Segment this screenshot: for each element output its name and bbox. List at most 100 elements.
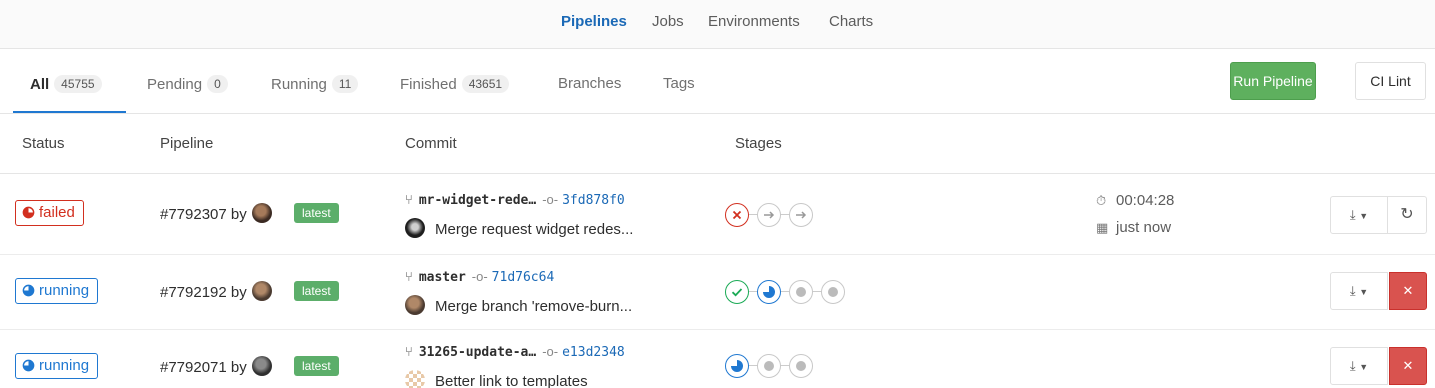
commit-author-avatar[interactable] — [405, 218, 425, 238]
tab-finished[interactable]: Finished 43651 — [400, 75, 510, 93]
header-commit: Commit — [405, 135, 457, 152]
tab-pending-count: 0 — [207, 75, 228, 93]
chevron-down-icon: ▼ — [1359, 287, 1369, 297]
commit-sha-link[interactable]: 3fd878f0 — [562, 193, 625, 208]
artifacts-download-dropdown[interactable]: ⤓ ▼ — [1330, 272, 1388, 310]
commit-title-link[interactable]: Merge request widget redes... — [435, 221, 633, 238]
table-header: Status Pipeline Commit Stages — [0, 114, 1435, 174]
stage-running-icon[interactable] — [757, 280, 781, 304]
status-running-icon — [22, 359, 35, 372]
tab-running-label: Running — [271, 76, 327, 93]
status-badge-running[interactable]: running — [15, 353, 99, 379]
chevron-down-icon: ▼ — [1359, 362, 1369, 372]
pipeline-id-text: #7792071 by — [160, 359, 247, 376]
tab-branches[interactable]: Branches — [558, 75, 621, 92]
nav-charts[interactable]: Charts — [829, 13, 873, 30]
finished-text: just now — [1116, 219, 1172, 236]
tab-all-label: All — [30, 76, 50, 93]
tab-all-count: 45755 — [54, 75, 102, 93]
status-label: running — [39, 357, 90, 374]
status-badge-running[interactable]: running — [15, 278, 99, 304]
branch-icon: ⑂ — [405, 269, 413, 284]
cancel-button[interactable]: ✕ — [1389, 347, 1427, 385]
pipeline-duration: ⏱ 00:04:28 — [1096, 192, 1174, 209]
timer-icon: ⏱ — [1096, 193, 1107, 208]
active-tab-indicator — [13, 111, 126, 113]
commit-message: Better link to templates — [405, 370, 588, 388]
retry-button[interactable]: ↻ — [1387, 196, 1427, 234]
stage-failed-icon[interactable] — [725, 203, 749, 227]
commit-author-avatar[interactable] — [405, 295, 425, 315]
header-pipeline: Pipeline — [160, 135, 214, 152]
status-badge-failed[interactable]: failed — [15, 200, 84, 226]
stage-skipped-icon[interactable] — [789, 203, 813, 227]
latest-badge: latest — [294, 356, 339, 376]
status-running-icon — [22, 284, 35, 297]
avatar[interactable] — [251, 281, 272, 301]
pipeline-id[interactable]: #7792071 by — [160, 356, 272, 376]
tab-all[interactable]: All 45755 — [30, 75, 102, 93]
latest-badge: latest — [294, 203, 339, 223]
stage-running-icon[interactable] — [725, 354, 749, 378]
pipeline-scope-tabs: All 45755 Pending 0 Running 11 Finished 4365… — [0, 50, 1435, 114]
pipeline-id-text: #7792307 by — [160, 206, 247, 223]
close-icon: ✕ — [1402, 283, 1414, 298]
nav-pipelines[interactable]: Pipelines — [561, 13, 627, 30]
commit-author-avatar[interactable] — [405, 370, 425, 388]
table-row: running #7792192 by latest ⑂ master -o- 71d… — [0, 255, 1435, 330]
stage-created-icon[interactable] — [757, 354, 781, 378]
nav-jobs[interactable]: Jobs — [652, 13, 684, 30]
download-icon: ⤓ — [1349, 358, 1356, 373]
status-failed-icon — [22, 206, 35, 219]
commit-title-link[interactable]: Merge branch 'remove-burn... — [435, 298, 632, 315]
status-label: failed — [39, 204, 75, 221]
commit-message: Merge branch 'remove-burn... — [405, 295, 632, 315]
branch-link[interactable]: master — [419, 270, 466, 285]
duration-text: 00:04:28 — [1116, 192, 1175, 209]
pipeline-id[interactable]: #7792192 by — [160, 281, 272, 301]
branch-link[interactable]: mr-widget-rede… — [419, 193, 536, 208]
download-icon: ⤓ — [1349, 207, 1356, 222]
avatar[interactable] — [251, 356, 272, 376]
ci-lint-button[interactable]: CI Lint — [1355, 62, 1426, 100]
nav-environments[interactable]: Environments — [708, 13, 800, 30]
run-pipeline-button[interactable]: Run Pipeline — [1230, 62, 1316, 100]
chevron-down-icon: ▼ — [1359, 211, 1369, 221]
commit-ref: ⑂ mr-widget-rede… -o- 3fd878f0 — [405, 191, 625, 208]
branch-link[interactable]: 31265-update-a… — [419, 345, 536, 360]
commit-message: Merge request widget redes... — [405, 218, 633, 238]
download-icon: ⤓ — [1349, 283, 1356, 298]
tab-tags[interactable]: Tags — [663, 75, 695, 92]
commit-title-link[interactable]: Better link to templates — [435, 373, 588, 388]
artifacts-download-dropdown[interactable]: ⤓ ▼ — [1330, 347, 1388, 385]
table-row: running #7792071 by latest ⑂ 31265-update… — [0, 330, 1435, 388]
pipeline-id[interactable]: #7792307 by — [160, 203, 272, 223]
close-icon: ✕ — [1402, 358, 1414, 373]
table-row: failed #7792307 by latest ⑂ mr-widget-red… — [0, 175, 1435, 255]
tab-running-count: 11 — [331, 75, 359, 93]
stage-success-icon[interactable] — [725, 280, 749, 304]
calendar-icon: ▦ — [1096, 220, 1109, 235]
branch-icon: ⑂ — [405, 344, 413, 359]
stage-created-icon[interactable] — [821, 280, 845, 304]
commit-sha-link[interactable]: 71d76c64 — [492, 270, 555, 285]
tab-running[interactable]: Running 11 — [271, 75, 359, 93]
tab-finished-count: 43651 — [461, 75, 510, 93]
sub-navigation: Pipelines Jobs Environments Charts — [0, 0, 1435, 49]
commit-icon: -o- — [542, 344, 559, 359]
retry-icon: ↻ — [1400, 206, 1414, 223]
pipeline-finished-at: ▦ just now — [1096, 219, 1171, 236]
stage-created-icon[interactable] — [789, 280, 813, 304]
artifacts-download-dropdown[interactable]: ⤓ ▼ — [1330, 196, 1388, 234]
tab-pending[interactable]: Pending 0 — [147, 75, 228, 93]
avatar[interactable] — [251, 203, 272, 223]
header-status: Status — [22, 135, 65, 152]
commit-sha-link[interactable]: e13d2348 — [562, 345, 625, 360]
commit-ref: ⑂ master -o- 71d76c64 — [405, 268, 554, 285]
cancel-button[interactable]: ✕ — [1389, 272, 1427, 310]
stage-created-icon[interactable] — [789, 354, 813, 378]
stage-skipped-icon[interactable] — [757, 203, 781, 227]
tab-pending-label: Pending — [147, 76, 203, 93]
latest-badge: latest — [294, 281, 339, 301]
branch-icon: ⑂ — [405, 192, 413, 207]
